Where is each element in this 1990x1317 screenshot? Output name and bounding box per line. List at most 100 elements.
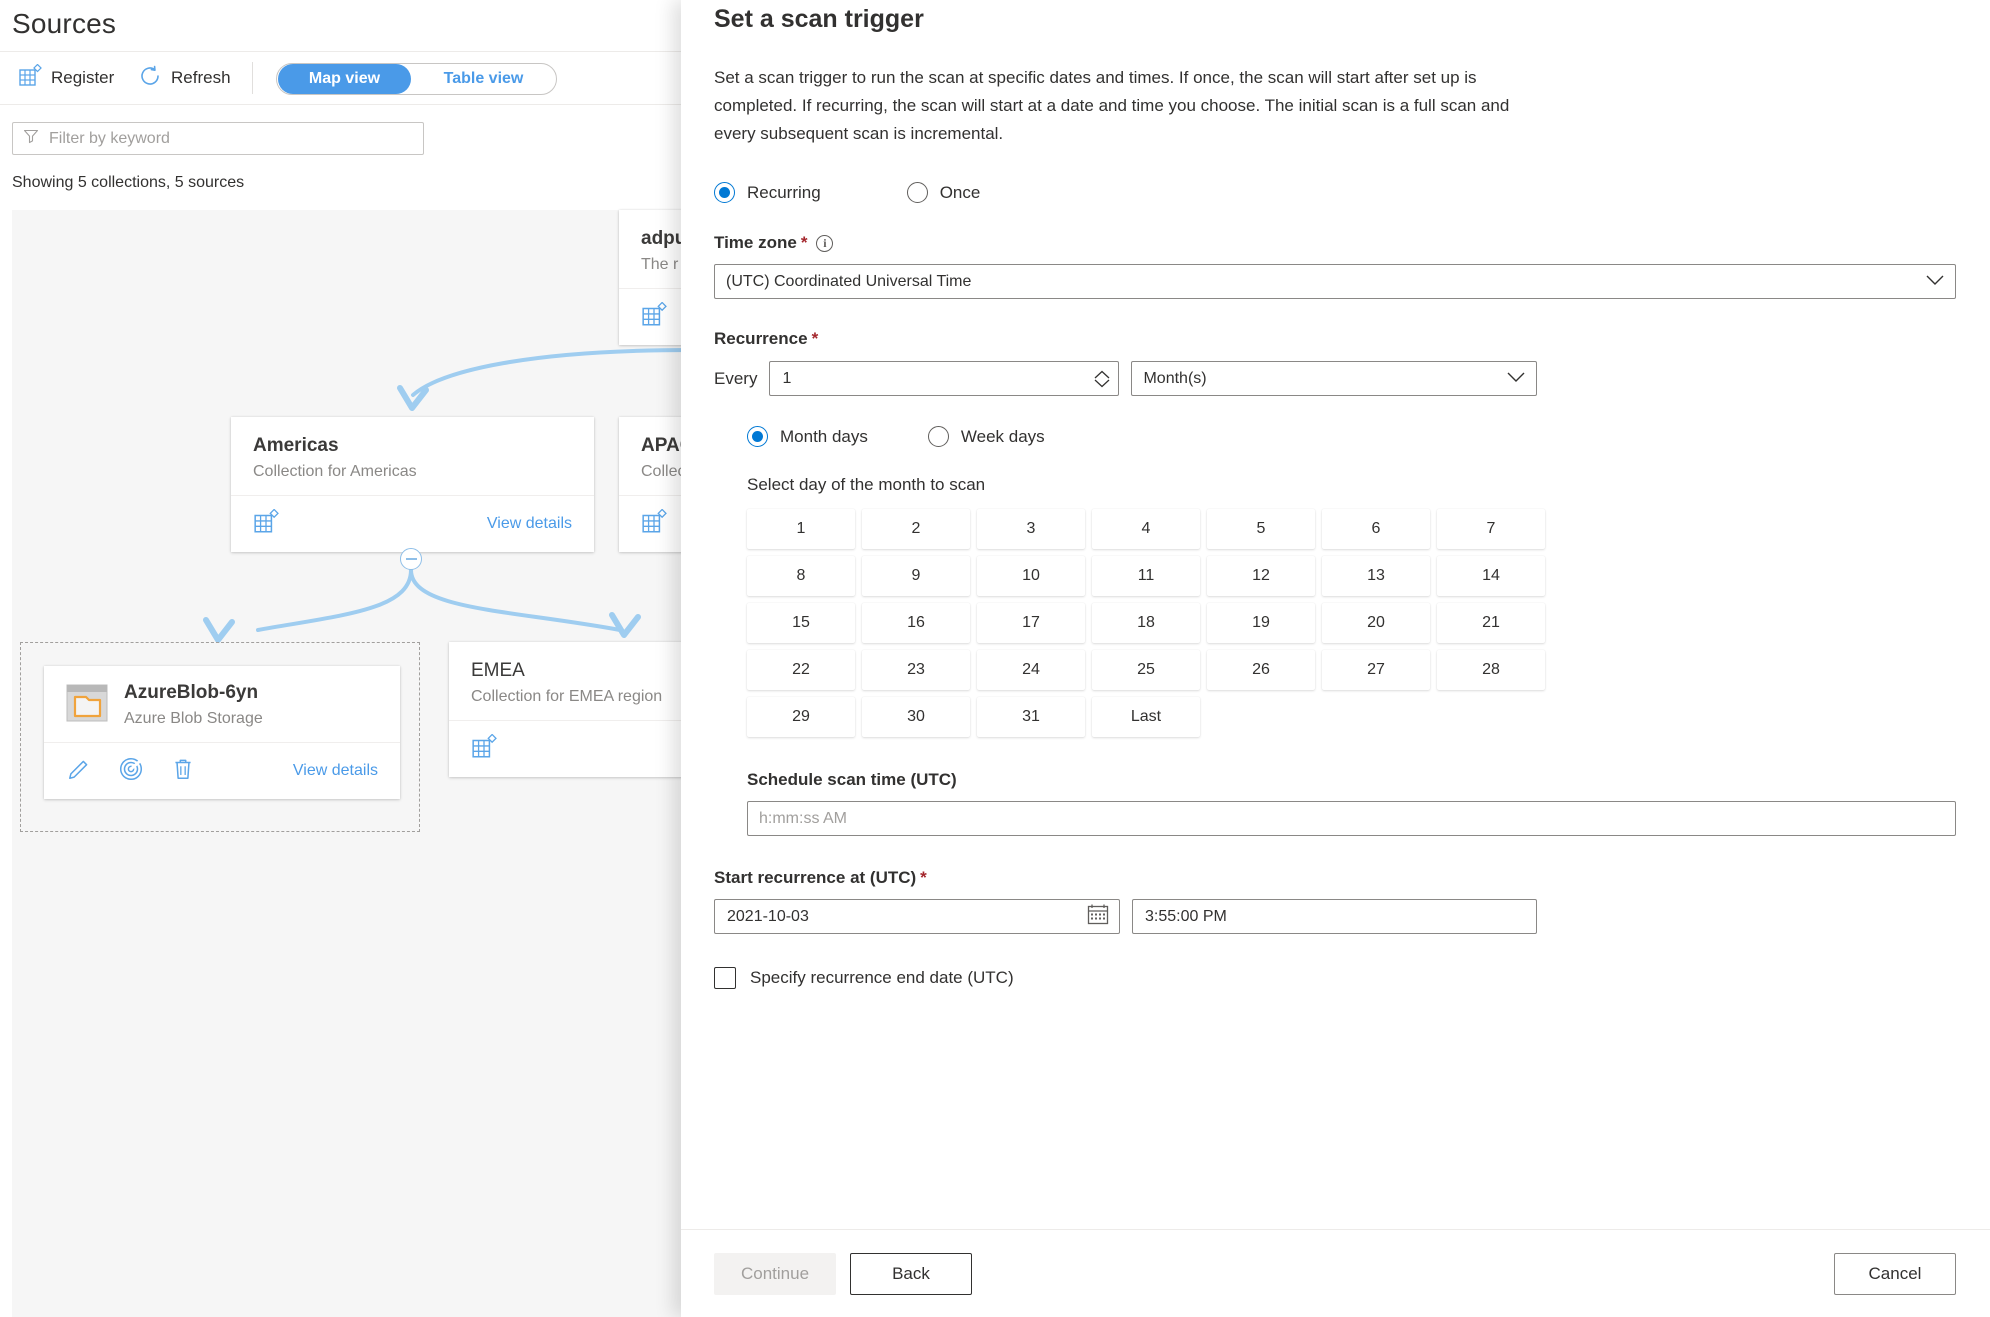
tab-table-view[interactable]: Table view <box>411 64 556 94</box>
info-icon[interactable]: i <box>816 234 834 252</box>
calendar-icon[interactable] <box>1087 903 1109 930</box>
collection-icon[interactable] <box>641 508 667 540</box>
view-details-link[interactable]: View details <box>487 515 572 533</box>
day-cell[interactable]: 29 <box>747 697 855 737</box>
start-recurrence-inputs: 2021-10-03 3:55:00 PM <box>714 899 1956 934</box>
day-cell[interactable]: 20 <box>1322 603 1430 643</box>
refresh-icon <box>138 64 162 93</box>
schedule-scan-time-placeholder: h:mm:ss AM <box>759 809 848 827</box>
cancel-button[interactable]: Cancel <box>1834 1252 1956 1295</box>
start-date-value: 2021-10-03 <box>727 907 809 925</box>
day-cell[interactable]: 12 <box>1207 556 1315 596</box>
result-count: Showing 5 collections, 5 sources <box>12 174 245 191</box>
tab-map-view[interactable]: Map view <box>278 64 411 94</box>
interval-unit-value: Month(s) <box>1143 369 1207 387</box>
day-cell[interactable]: 28 <box>1437 650 1545 690</box>
start-time-input[interactable]: 3:55:00 PM <box>1132 899 1537 934</box>
day-cell[interactable]: 8 <box>747 556 855 596</box>
collection-icon[interactable] <box>641 301 667 333</box>
refresh-label: Refresh <box>171 68 231 87</box>
day-cell[interactable]: 27 <box>1322 650 1430 690</box>
start-recurrence-label: Start recurrence at (UTC) <box>714 868 917 887</box>
day-cell[interactable]: 13 <box>1322 556 1430 596</box>
collapse-toggle[interactable] <box>400 548 422 570</box>
day-cell[interactable]: 24 <box>977 650 1085 690</box>
day-cell[interactable]: 7 <box>1437 509 1545 549</box>
day-cell[interactable]: Last <box>1092 697 1200 737</box>
panel-footer: Continue Back Cancel <box>681 1229 1990 1317</box>
page-title: Sources <box>12 8 117 39</box>
trigger-mode-radio-group: Recurring Once <box>714 182 1956 203</box>
day-cell[interactable]: 17 <box>977 603 1085 643</box>
day-cell[interactable]: 2 <box>862 509 970 549</box>
back-button[interactable]: Back <box>850 1252 972 1295</box>
collection-card-americas[interactable]: Americas Collection for Americas View de… <box>231 417 594 552</box>
day-cell[interactable]: 30 <box>862 697 970 737</box>
radio-week-days-label: Week days <box>960 426 1045 446</box>
day-cell[interactable]: 14 <box>1437 556 1545 596</box>
source-card-azureblob[interactable]: AzureBlob-6yn Azure Blob Storage View de… <box>44 666 400 799</box>
chevron-up-icon[interactable] <box>1094 370 1110 379</box>
start-time-value: 3:55:00 PM <box>1145 907 1227 925</box>
time-zone-select[interactable]: (UTC) Coordinated Universal Time <box>714 264 1956 299</box>
stepper-arrows[interactable] <box>1094 370 1110 388</box>
day-cell[interactable]: 21 <box>1437 603 1545 643</box>
start-recurrence-label-row: Start recurrence at (UTC) * <box>714 868 1956 888</box>
day-cell[interactable]: 18 <box>1092 603 1200 643</box>
card-title: AzureBlob-6yn <box>124 682 259 703</box>
continue-button[interactable]: Continue <box>714 1252 836 1295</box>
day-cell[interactable]: 19 <box>1207 603 1315 643</box>
collection-icon[interactable] <box>253 508 279 540</box>
card-title: Americas <box>253 435 339 456</box>
day-cell[interactable]: 4 <box>1092 509 1200 549</box>
scan-radar-icon[interactable] <box>118 756 144 787</box>
card-description: Azure Blob Storage <box>124 710 263 727</box>
radio-once[interactable]: Once <box>906 182 980 203</box>
day-cell[interactable]: 16 <box>862 603 970 643</box>
time-zone-value: (UTC) Coordinated Universal Time <box>726 272 972 290</box>
radio-week-days-indicator <box>927 426 949 447</box>
specify-end-date-checkbox-row[interactable]: Specify recurrence end date (UTC) <box>714 967 1956 989</box>
start-date-input[interactable]: 2021-10-03 <box>714 899 1120 934</box>
day-cell[interactable]: 23 <box>862 650 970 690</box>
day-cell[interactable]: 26 <box>1207 650 1315 690</box>
radio-month-days-label: Month days <box>780 426 868 446</box>
panel-scroll-area: Set a scan trigger Set a scan trigger to… <box>681 0 1990 1229</box>
time-zone-field: Time zone * i (UTC) Coordinated Universa… <box>714 233 1956 299</box>
command-separator <box>252 62 253 94</box>
schedule-scan-time-input[interactable]: h:mm:ss AM <box>747 801 1956 836</box>
radio-week-days[interactable]: Week days <box>927 426 1045 447</box>
chevron-down-icon[interactable] <box>1094 379 1110 388</box>
search-placeholder: Filter by keyword <box>49 129 170 147</box>
day-cell[interactable]: 31 <box>977 697 1085 737</box>
day-cell[interactable]: 5 <box>1207 509 1315 549</box>
day-cell[interactable]: 3 <box>977 509 1085 549</box>
day-cell[interactable]: 9 <box>862 556 970 596</box>
day-cell[interactable]: 10 <box>977 556 1085 596</box>
day-cell[interactable]: 25 <box>1092 650 1200 690</box>
collection-icon[interactable] <box>471 733 497 765</box>
day-of-month-grid: 1 2 3 4 5 6 7 8 9 10 11 12 13 14 15 16 17 18 19 20 21 22 23 24 2… <box>747 509 1956 737</box>
day-cell[interactable]: 11 <box>1092 556 1200 596</box>
specify-end-date-checkbox[interactable] <box>714 967 736 989</box>
radio-once-indicator <box>906 182 928 203</box>
edit-pencil-icon[interactable] <box>66 756 92 787</box>
day-cell[interactable]: 15 <box>747 603 855 643</box>
panel-title: Set a scan trigger <box>714 5 924 33</box>
radio-month-days[interactable]: Month days <box>747 426 868 447</box>
radio-recurring[interactable]: Recurring <box>714 182 821 203</box>
register-grid-icon <box>18 63 42 93</box>
view-details-link[interactable]: View details <box>293 762 378 780</box>
register-button[interactable]: Register <box>18 52 114 104</box>
scan-trigger-panel: Set a scan trigger Set a scan trigger to… <box>681 0 1990 1317</box>
search-input[interactable]: Filter by keyword <box>12 122 424 155</box>
day-cell[interactable]: 1 <box>747 509 855 549</box>
day-cell[interactable]: 6 <box>1322 509 1430 549</box>
recurrence-label-row: Recurrence * <box>714 329 1956 349</box>
azure-blob-icon <box>66 684 108 727</box>
refresh-button[interactable]: Refresh <box>138 52 231 104</box>
interval-unit-select[interactable]: Month(s) <box>1131 361 1538 396</box>
interval-stepper[interactable]: 1 <box>769 361 1120 396</box>
delete-trash-icon[interactable] <box>170 756 196 787</box>
day-cell[interactable]: 22 <box>747 650 855 690</box>
